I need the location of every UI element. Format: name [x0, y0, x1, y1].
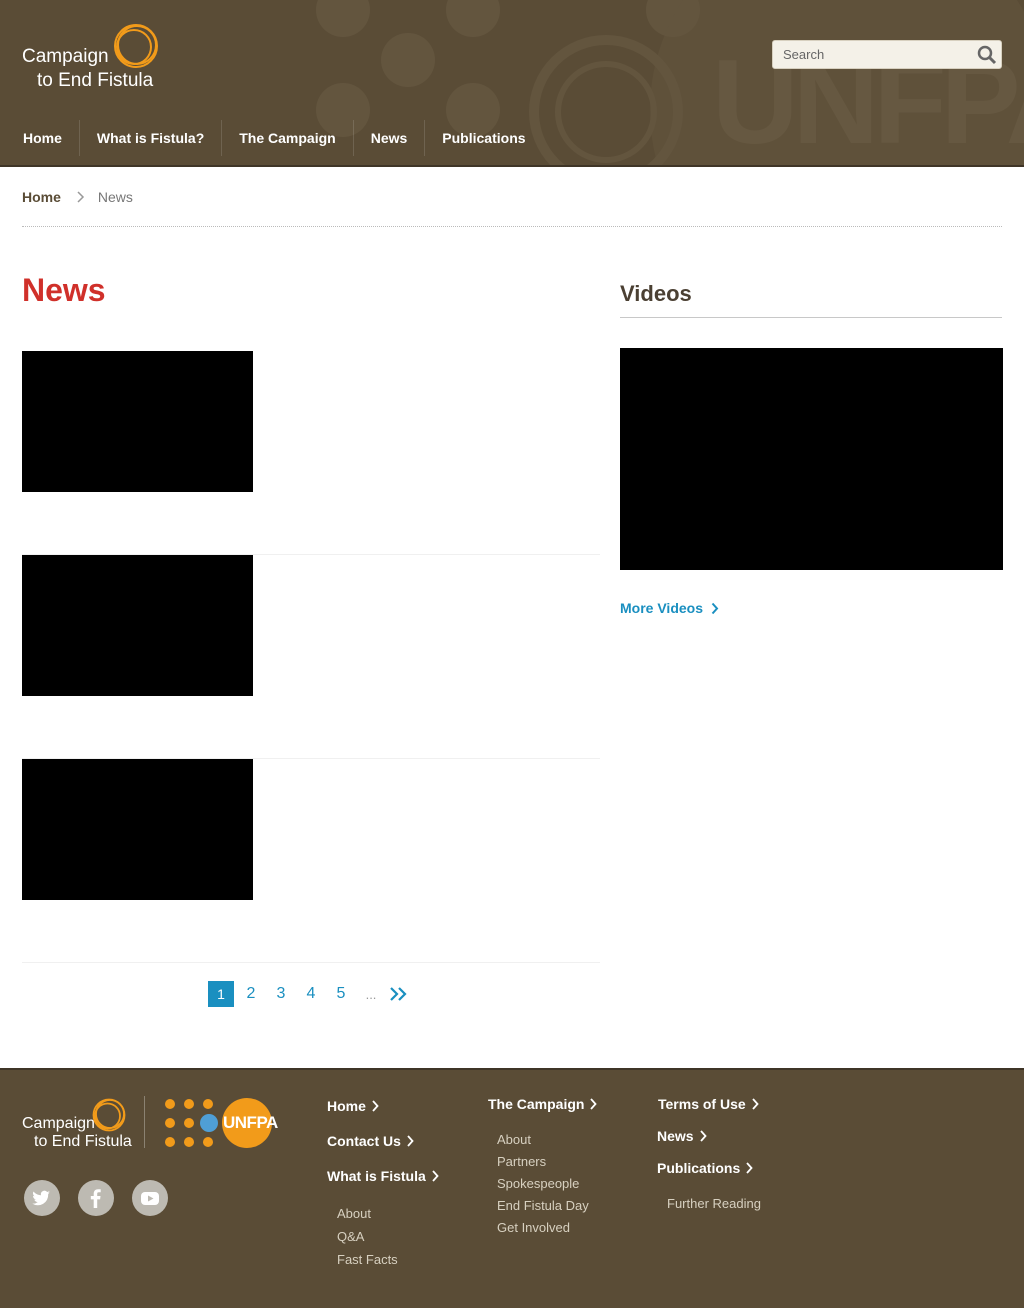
logo-line-1: Campaign [22, 46, 109, 67]
footer-contact-label: Contact Us [327, 1133, 401, 1149]
footer-sub-end-fistula-day[interactable]: End Fistula Day [497, 1198, 589, 1213]
footer-what-is-fistula-link[interactable]: What is Fistula [327, 1168, 439, 1184]
chevron-right-icon [699, 1130, 707, 1142]
footer-sub-spokespeople[interactable]: Spokespeople [497, 1176, 579, 1191]
page-title: News [22, 272, 106, 308]
news-thumbnail[interactable] [22, 351, 253, 492]
news-item [22, 555, 600, 759]
page-3[interactable]: 3 [268, 981, 294, 1007]
nav-what-is-fistula[interactable]: What is Fistula? [78, 120, 221, 156]
page-1[interactable]: 1 [208, 981, 234, 1007]
footer-home-label: Home [327, 1098, 366, 1114]
footer-terms-link[interactable]: Terms of Use [658, 1096, 759, 1112]
logo-ring-icon [114, 24, 158, 68]
chevron-right-icon [752, 1098, 759, 1110]
chevron-right-icon [77, 191, 84, 203]
chevron-right-icon [407, 1135, 414, 1147]
footer-partner-label: UNFPA [223, 1113, 278, 1132]
footer-sub-campaign-about[interactable]: About [497, 1132, 531, 1147]
news-item [22, 351, 600, 555]
site-header: UNFPA Campaign to End Fistula Home What … [0, 0, 1024, 167]
footer-logo-divider [144, 1096, 145, 1148]
search-input[interactable] [773, 41, 973, 68]
chevron-right-icon [711, 602, 719, 614]
news-list [22, 351, 600, 963]
videos-divider [620, 317, 1002, 318]
footer-what-is-fistula-label: What is Fistula [327, 1168, 426, 1184]
more-videos-link[interactable]: More Videos [620, 600, 719, 616]
footer-contact-link[interactable]: Contact Us [327, 1133, 414, 1149]
breadcrumb: Home News [22, 187, 133, 207]
youtube-icon[interactable] [132, 1180, 168, 1216]
facebook-icon[interactable] [78, 1180, 114, 1216]
chevron-right-icon [372, 1100, 379, 1112]
breadcrumb-home[interactable]: Home [22, 189, 61, 205]
footer-news-label: News [657, 1128, 694, 1144]
footer-home-link[interactable]: Home [327, 1098, 379, 1114]
double-chevron-right-icon[interactable] [388, 981, 410, 1007]
footer-sub-further-reading[interactable]: Further Reading [667, 1196, 761, 1211]
chevron-right-icon [746, 1162, 753, 1174]
footer-campaign-link[interactable]: The Campaign [488, 1096, 598, 1112]
footer-logo-line-2: to End Fistula [34, 1133, 132, 1150]
video-player[interactable] [620, 348, 1003, 570]
page-5[interactable]: 5 [328, 981, 354, 1007]
logo-line-2: to End Fistula [37, 70, 154, 91]
chevron-right-icon [590, 1098, 598, 1110]
news-thumbnail[interactable] [22, 759, 253, 900]
page-ellipsis: ... [365, 986, 377, 1002]
footer-campaign-label: The Campaign [488, 1096, 585, 1112]
chevron-right-icon [432, 1170, 439, 1182]
main-nav: Home What is Fistula? The Campaign News … [0, 120, 543, 156]
footer-publications-label: Publications [657, 1160, 741, 1176]
page-2[interactable]: 2 [238, 981, 264, 1007]
nav-news[interactable]: News [352, 120, 425, 156]
footer-sub-fast-facts[interactable]: Fast Facts [337, 1252, 398, 1267]
breadcrumb-divider [22, 226, 1002, 227]
nav-publications[interactable]: Publications [424, 120, 542, 156]
breadcrumb-current: News [97, 189, 133, 205]
footer-sub-partners[interactable]: Partners [497, 1154, 546, 1169]
search-icon[interactable] [977, 45, 997, 65]
footer-terms-label: Terms of Use [658, 1096, 746, 1112]
news-item [22, 759, 600, 963]
footer-news-link[interactable]: News [657, 1128, 707, 1144]
footer-sub-get-involved[interactable]: Get Involved [497, 1220, 570, 1235]
footer-logo[interactable]: Campaign to End Fistula [22, 1097, 132, 1153]
footer-sub-qa[interactable]: Q&A [337, 1229, 364, 1244]
footer-publications-link[interactable]: Publications [657, 1160, 753, 1176]
site-footer: Campaign to End Fistula UNFPA Home Conta… [0, 1068, 1024, 1308]
nav-the-campaign[interactable]: The Campaign [221, 120, 352, 156]
nav-home[interactable]: Home [0, 120, 79, 156]
news-thumbnail[interactable] [22, 555, 253, 696]
twitter-icon[interactable] [24, 1180, 60, 1216]
footer-sub-about[interactable]: About [337, 1206, 371, 1221]
videos-title: Videos [620, 281, 692, 306]
more-videos-label: More Videos [620, 600, 703, 616]
footer-logo-line-1: Campaign [22, 1115, 95, 1132]
page-4[interactable]: 4 [298, 981, 324, 1007]
logo-ring-icon [92, 1098, 126, 1132]
search-box [772, 40, 1002, 69]
pagination: 1 2 3 4 5 ... [208, 981, 410, 1007]
site-logo[interactable]: Campaign to End Fistula [22, 22, 162, 94]
